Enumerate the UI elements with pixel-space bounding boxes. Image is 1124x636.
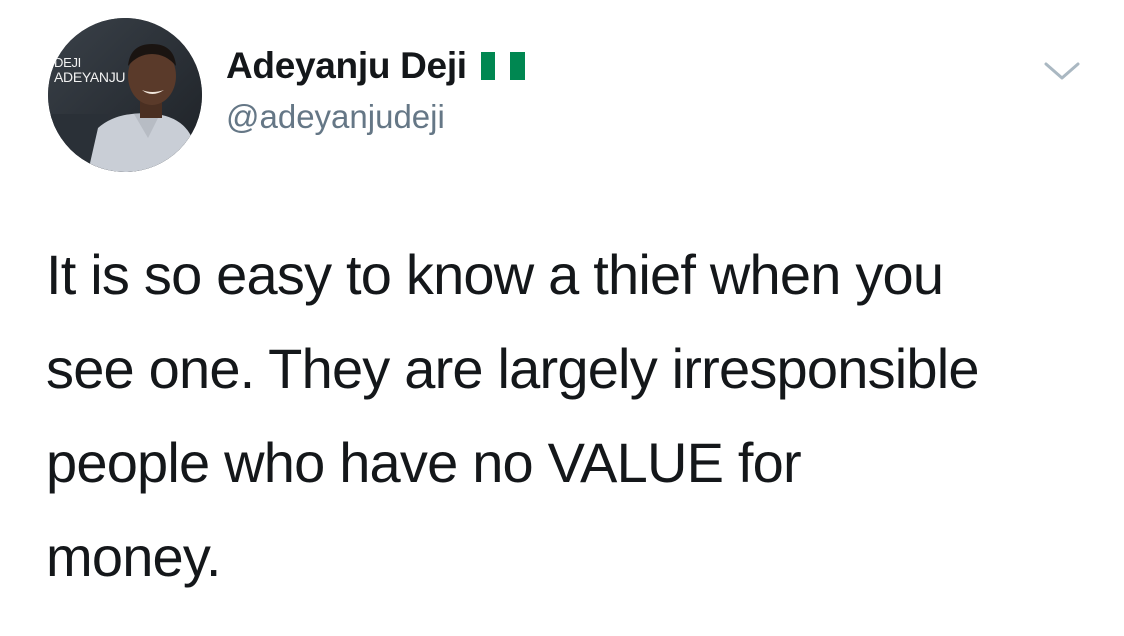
author-handle[interactable]: @adeyanjudeji <box>226 98 445 136</box>
tweet-text: It is so easy to know a thief when you s… <box>46 228 1086 604</box>
tweet-text-line: people who have no VALUE for <box>46 431 802 494</box>
avatar-photo <box>48 18 202 172</box>
tweet-menu-button[interactable] <box>1042 58 1082 86</box>
author-name-row: Adeyanju Deji <box>226 44 525 88</box>
tweet-text-line: see one. They are largely irresponsible <box>46 337 980 400</box>
avatar-caption: DEJI ADEYANJU <box>54 55 126 85</box>
chevron-down-icon <box>1044 62 1080 80</box>
tweet-card: DEJI ADEYANJU Adeyanju Deji @adeyanjudej… <box>0 0 1124 636</box>
nigeria-flag-icon <box>480 52 525 80</box>
author-display-name[interactable]: Adeyanju Deji <box>226 45 467 87</box>
tweet-text-line: It is so easy to know a thief when you <box>46 243 944 306</box>
tweet-text-line: money. <box>46 525 221 588</box>
author-avatar[interactable]: DEJI ADEYANJU <box>48 18 202 172</box>
